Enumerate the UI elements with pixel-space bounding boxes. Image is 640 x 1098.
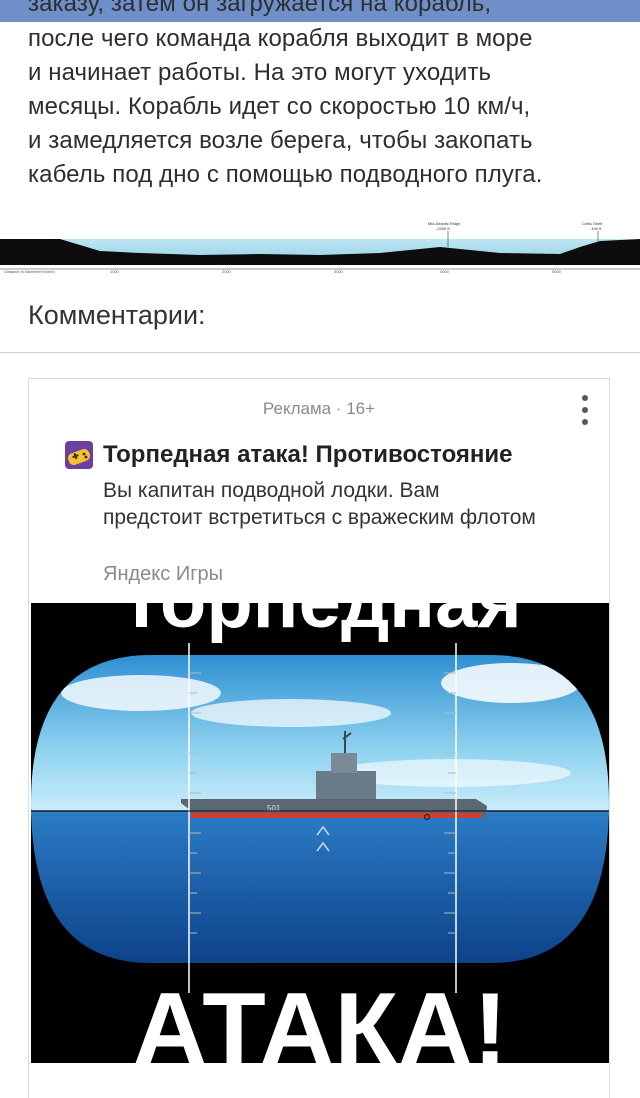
profile-caption: Distance in kilometer from/to (4, 269, 55, 274)
profile-tick: 3000 (334, 269, 344, 274)
ship-number: 501 (267, 804, 281, 813)
profile-annotation-value: -100 ft (590, 226, 602, 231)
profile-annotation-value: -2200 ft (436, 226, 450, 231)
profile-tick: 5000 (552, 269, 562, 274)
profile-tick: 2000 (222, 269, 232, 274)
article-text: заказу, затем он загружается на корабль,… (28, 0, 618, 192)
ad-image-text-bottom: АТАКА! (132, 972, 507, 1063)
ocean-depth-profile-image: Distance in kilometer from/to 1000 2000 … (0, 221, 640, 274)
ad-source: Яндекс Игры (103, 563, 223, 585)
article-line: и начинает работы. На это могут уходить (28, 59, 492, 86)
ad-title[interactable]: Торпедная атака! Противостояние (103, 441, 513, 469)
article-line: и замедляется возле берега, чтобы закопа… (28, 127, 533, 154)
article-partial-line: заказу, затем он загружается на корабль, (28, 0, 492, 17)
divider (0, 352, 640, 353)
more-vertical-icon[interactable] (579, 395, 591, 431)
ad-description: Вы капитан подводной лодки. Вам предстои… (103, 479, 536, 529)
profile-tick: 4000 (440, 269, 450, 274)
ad-card[interactable]: Реклама · 16+ Торпедная атака! Противост… (28, 378, 610, 1098)
profile-tick: 1000 (110, 269, 120, 274)
gamepad-icon (65, 441, 93, 469)
ad-label: Реклама · 16+ (262, 399, 376, 418)
ad-banner-image[interactable]: 501 Торпедная АТАКА! (31, 603, 609, 1063)
ad-image-text-top: Торпедная (118, 603, 521, 644)
article-line: кабель под дно с помощью подводного плуг… (28, 161, 543, 188)
comments-heading: Комментарии: (28, 300, 206, 330)
article-line: месяцы. Корабль идет со скоростью 10 км/… (28, 93, 531, 120)
article-line: после чего команда корабля выходит в мор… (28, 25, 533, 52)
